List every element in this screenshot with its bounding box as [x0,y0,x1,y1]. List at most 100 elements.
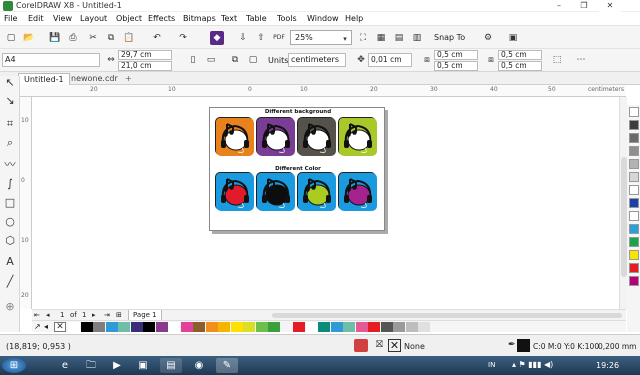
menu-layout[interactable]: Layout [80,14,107,23]
menu-effects[interactable]: Effects [148,14,175,23]
color-swatch[interactable] [629,224,639,234]
color-swatch[interactable] [318,322,330,332]
current-page-icon[interactable]: ▢ [246,53,260,67]
tab-untitled-1[interactable]: Untitled-1 [18,73,70,85]
color-swatch[interactable] [330,322,343,332]
add-tool-icon[interactable]: ⊕ [3,300,17,314]
crop-tool-icon[interactable]: ⌗ [3,117,17,131]
color-swatch[interactable] [193,322,205,332]
color-swatch[interactable] [205,322,218,332]
vertical-ruler[interactable]: 10 0 10 20 [20,97,32,309]
launch-icon[interactable]: ▣ [506,31,520,45]
minimize-button[interactable]: – [548,0,570,12]
prev-page-icon[interactable]: ◂ [46,311,50,320]
paste-icon[interactable]: 📋 [122,31,136,45]
landscape-icon[interactable]: ▭ [204,53,218,67]
grid-toggle-icon[interactable]: ▤ [392,31,406,45]
undo-icon[interactable]: ↶ [150,31,164,45]
color-swatch[interactable] [629,276,639,286]
color-swatch[interactable] [305,322,318,332]
keyboard-language[interactable]: IN [488,361,495,369]
publish-pdf-icon[interactable]: PDF [272,31,286,45]
page-height-field[interactable]: 21,0 cm [118,61,172,71]
add-page-icon[interactable]: ⊞ [116,311,122,320]
menu-file[interactable]: File [4,14,17,23]
palette-options-icon[interactable]: ↗ [34,322,41,331]
taskbar-coreldraw-icon[interactable]: ✎ [216,358,238,373]
duplicate-x2-field[interactable]: 0,5 cm [498,50,542,60]
full-screen-icon[interactable]: ⛶ [356,31,370,45]
connector-tool-icon[interactable]: ╱ [3,275,17,289]
start-button-icon[interactable]: ⊞ [2,358,26,373]
color-swatch[interactable] [629,250,639,260]
color-swatch[interactable] [93,322,105,332]
units-select[interactable]: centimeters [288,53,346,67]
no-color-swatch[interactable]: ✕ [54,322,66,332]
vertical-scrollbar[interactable] [619,97,627,309]
polygon-tool-icon[interactable]: ⬡ [3,234,17,248]
text-tool-icon[interactable]: A [3,255,17,269]
color-swatch[interactable] [629,146,639,156]
menu-object[interactable]: Object [116,14,142,23]
menu-edit[interactable]: Edit [28,14,44,23]
paper-size-select[interactable]: A4 [2,53,100,67]
freehand-tool-icon[interactable]: 〰 [3,158,17,172]
tab-newone[interactable]: newone.cdr [66,73,123,85]
headphones-tile-icon[interactable] [256,172,295,211]
headphones-tile-icon[interactable] [297,117,336,156]
close-button[interactable]: ✕ [599,0,621,12]
page-frame-icon[interactable]: ⬚ [550,53,564,67]
first-page-icon[interactable]: ⇤ [34,311,40,320]
maximize-button[interactable]: ❐ [573,0,595,12]
taskbar-ie-icon[interactable]: e [54,358,76,373]
color-swatch[interactable] [355,322,368,332]
portrait-icon[interactable]: ▯ [186,53,200,67]
headphones-tile-icon[interactable] [338,117,377,156]
cut-icon[interactable]: ✂ [86,31,100,45]
color-swatch[interactable] [629,172,639,182]
nudge-distance-field[interactable]: 0,01 cm [368,53,412,67]
fill-bucket-icon[interactable]: ⛝ [376,340,383,350]
snap-to-dropdown[interactable]: Snap To [434,30,465,45]
options-gear-icon[interactable]: ⚙ [481,31,495,45]
color-swatch[interactable] [393,322,405,332]
color-swatch[interactable] [629,185,639,195]
color-swatch[interactable] [629,263,639,273]
taskbar-media-icon[interactable]: ▶ [106,358,128,373]
open-icon[interactable]: 📂 [22,31,36,45]
last-page-icon[interactable]: ⇥ [104,311,110,320]
menu-bitmaps[interactable]: Bitmaps [183,14,216,23]
color-swatch[interactable] [243,322,255,332]
color-swatch[interactable] [155,322,168,332]
guidelines-toggle-icon[interactable]: ▥ [410,31,424,45]
headphones-tile-icon[interactable] [215,172,254,211]
save-icon[interactable]: 💾 [48,31,62,45]
color-swatch[interactable] [629,237,639,247]
corel-connect-icon[interactable]: ◆ [210,31,224,45]
next-page-icon[interactable]: ▸ [92,311,96,320]
print-icon[interactable]: ⎙ [66,31,80,45]
more-options-icon[interactable]: ⋯ [574,53,588,67]
menu-view[interactable]: View [53,14,72,23]
copy-icon[interactable]: ⧉ [104,31,118,45]
color-swatch[interactable] [268,322,280,332]
color-swatch[interactable] [418,322,430,332]
export-icon[interactable]: ⇧ [254,31,268,45]
rectangle-tool-icon[interactable]: □ [3,196,17,210]
taskbar-explorer-icon[interactable]: 🗀 [80,358,102,373]
taskbar-app-icon[interactable]: ▣ [132,358,154,373]
horizontal-ruler[interactable]: 20 10 0 10 20 30 40 50 centimeters [20,85,626,97]
rulers-toggle-icon[interactable]: ▦ [374,31,388,45]
color-swatch[interactable] [80,322,93,332]
menu-text[interactable]: Text [221,14,237,23]
color-swatch[interactable] [230,322,243,332]
menu-help[interactable]: Help [345,14,363,23]
page-width-field[interactable]: 29,7 cm [118,50,172,60]
color-swatch[interactable] [629,120,639,130]
duplicate-y-field[interactable]: 0,5 cm [434,61,478,71]
color-swatch[interactable] [255,322,268,332]
menu-window[interactable]: Window [307,14,339,23]
import-icon[interactable]: ⇩ [236,31,250,45]
redo-icon[interactable]: ↷ [176,31,190,45]
color-swatch[interactable] [293,322,305,332]
